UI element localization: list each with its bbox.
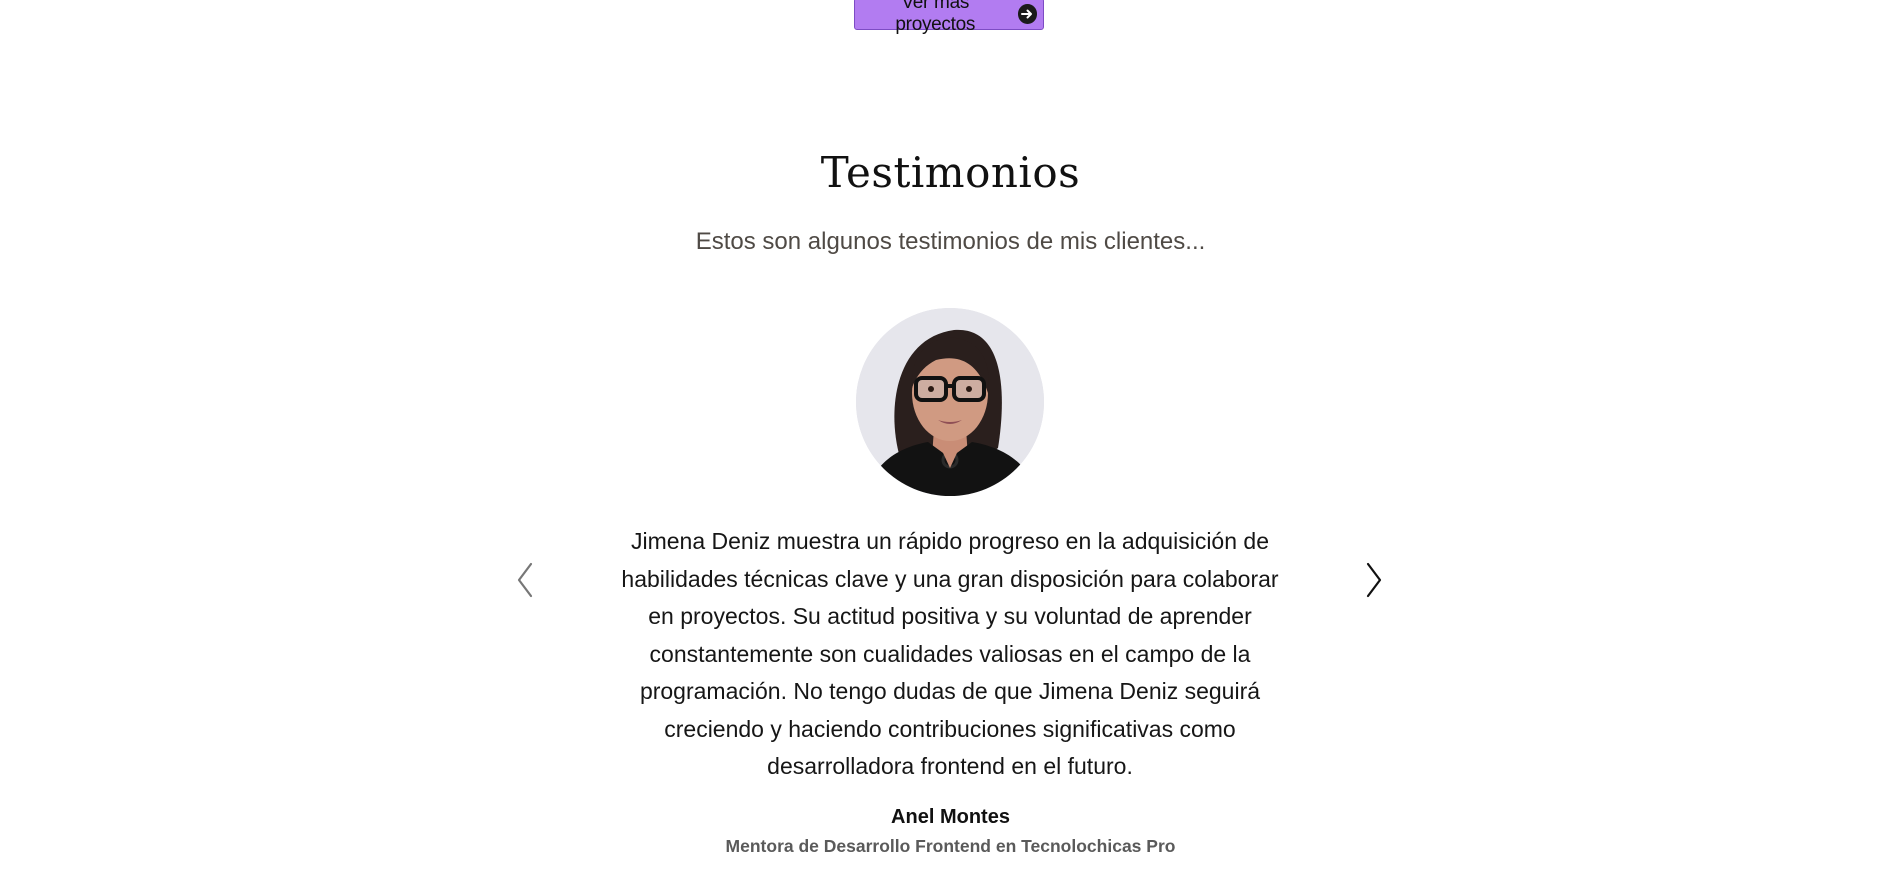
testimonial-carousel: Jimena Deniz muestra un rápido progreso … — [0, 305, 1901, 865]
more-projects-label: Ver más proyectos — [895, 0, 976, 35]
testimonial-author-role: Mentora de Desarrollo Frontend en Tecnol… — [725, 836, 1176, 856]
section-subtitle: Estos son algunos testimonios de mis cli… — [695, 228, 1206, 255]
testimonial-author: Anel Montes — [891, 806, 1010, 828]
testimonial-quote: Jimena Deniz muestra un rápido progreso … — [621, 528, 1279, 779]
carousel-next-button[interactable] — [1354, 555, 1394, 605]
section-title: Testimonios — [820, 148, 1081, 197]
carousel-prev-button[interactable] — [505, 555, 545, 605]
projects-footer: Ver más proyectos — [0, 0, 1901, 40]
arrow-right-circle-icon — [1017, 4, 1037, 24]
more-projects-button[interactable]: Ver más proyectos — [854, 0, 1044, 35]
chevron-left-icon — [517, 562, 533, 598]
chevron-right-icon — [1366, 562, 1382, 598]
avatar — [856, 308, 1044, 496]
